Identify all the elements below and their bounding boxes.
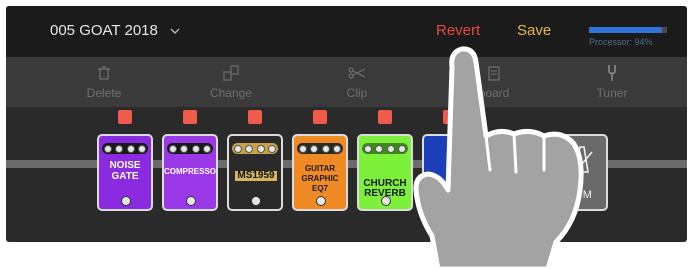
hand-gesture-icon xyxy=(413,46,584,269)
